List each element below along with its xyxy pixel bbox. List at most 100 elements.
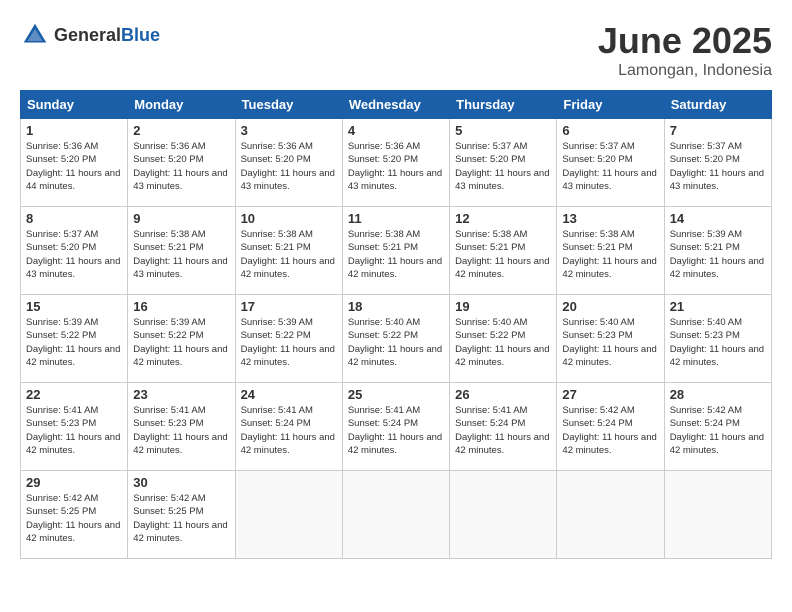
calendar-day-0 (235, 471, 342, 559)
calendar-day-0 (342, 471, 449, 559)
calendar-day-27: 27 Sunrise: 5:42 AMSunset: 5:24 PMDaylig… (557, 383, 664, 471)
header-saturday: Saturday (664, 91, 771, 119)
day-number: 27 (562, 387, 658, 402)
header-tuesday: Tuesday (235, 91, 342, 119)
day-number: 15 (26, 299, 122, 314)
title-area: June 2025 Lamongan, Indonesia (598, 20, 772, 80)
day-number: 9 (133, 211, 229, 226)
day-number: 3 (241, 123, 337, 138)
day-number: 1 (26, 123, 122, 138)
week-row: 29 Sunrise: 5:42 AMSunset: 5:25 PMDaylig… (21, 471, 772, 559)
location-title: Lamongan, Indonesia (598, 62, 772, 80)
day-info: Sunrise: 5:39 AMSunset: 5:21 PMDaylight:… (670, 228, 766, 281)
day-info: Sunrise: 5:37 AMSunset: 5:20 PMDaylight:… (562, 140, 658, 193)
calendar-day-15: 15 Sunrise: 5:39 AMSunset: 5:22 PMDaylig… (21, 295, 128, 383)
calendar-day-0 (664, 471, 771, 559)
calendar-day-20: 20 Sunrise: 5:40 AMSunset: 5:23 PMDaylig… (557, 295, 664, 383)
day-info: Sunrise: 5:37 AMSunset: 5:20 PMDaylight:… (26, 228, 122, 281)
day-info: Sunrise: 5:41 AMSunset: 5:23 PMDaylight:… (26, 404, 122, 457)
calendar-day-2: 2 Sunrise: 5:36 AMSunset: 5:20 PMDayligh… (128, 119, 235, 207)
day-number: 5 (455, 123, 551, 138)
day-number: 19 (455, 299, 551, 314)
day-number: 21 (670, 299, 766, 314)
day-info: Sunrise: 5:40 AMSunset: 5:23 PMDaylight:… (670, 316, 766, 369)
day-number: 2 (133, 123, 229, 138)
day-number: 24 (241, 387, 337, 402)
calendar-day-8: 8 Sunrise: 5:37 AMSunset: 5:20 PMDayligh… (21, 207, 128, 295)
calendar-day-7: 7 Sunrise: 5:37 AMSunset: 5:20 PMDayligh… (664, 119, 771, 207)
calendar-day-9: 9 Sunrise: 5:38 AMSunset: 5:21 PMDayligh… (128, 207, 235, 295)
week-row: 22 Sunrise: 5:41 AMSunset: 5:23 PMDaylig… (21, 383, 772, 471)
header-friday: Friday (557, 91, 664, 119)
calendar-day-17: 17 Sunrise: 5:39 AMSunset: 5:22 PMDaylig… (235, 295, 342, 383)
day-info: Sunrise: 5:36 AMSunset: 5:20 PMDaylight:… (133, 140, 229, 193)
calendar-day-10: 10 Sunrise: 5:38 AMSunset: 5:21 PMDaylig… (235, 207, 342, 295)
logo-icon (20, 20, 50, 50)
calendar-day-26: 26 Sunrise: 5:41 AMSunset: 5:24 PMDaylig… (450, 383, 557, 471)
calendar-day-4: 4 Sunrise: 5:36 AMSunset: 5:20 PMDayligh… (342, 119, 449, 207)
calendar-day-3: 3 Sunrise: 5:36 AMSunset: 5:20 PMDayligh… (235, 119, 342, 207)
day-info: Sunrise: 5:42 AMSunset: 5:25 PMDaylight:… (133, 492, 229, 545)
calendar-day-6: 6 Sunrise: 5:37 AMSunset: 5:20 PMDayligh… (557, 119, 664, 207)
header-sunday: Sunday (21, 91, 128, 119)
calendar-day-14: 14 Sunrise: 5:39 AMSunset: 5:21 PMDaylig… (664, 207, 771, 295)
month-title: June 2025 (598, 20, 772, 62)
day-number: 29 (26, 475, 122, 490)
day-info: Sunrise: 5:38 AMSunset: 5:21 PMDaylight:… (562, 228, 658, 281)
header-wednesday: Wednesday (342, 91, 449, 119)
day-info: Sunrise: 5:38 AMSunset: 5:21 PMDaylight:… (133, 228, 229, 281)
calendar-day-29: 29 Sunrise: 5:42 AMSunset: 5:25 PMDaylig… (21, 471, 128, 559)
day-number: 30 (133, 475, 229, 490)
day-number: 10 (241, 211, 337, 226)
calendar-day-30: 30 Sunrise: 5:42 AMSunset: 5:25 PMDaylig… (128, 471, 235, 559)
day-info: Sunrise: 5:37 AMSunset: 5:20 PMDaylight:… (455, 140, 551, 193)
day-info: Sunrise: 5:42 AMSunset: 5:25 PMDaylight:… (26, 492, 122, 545)
day-number: 18 (348, 299, 444, 314)
week-row: 15 Sunrise: 5:39 AMSunset: 5:22 PMDaylig… (21, 295, 772, 383)
day-info: Sunrise: 5:40 AMSunset: 5:22 PMDaylight:… (455, 316, 551, 369)
day-info: Sunrise: 5:41 AMSunset: 5:23 PMDaylight:… (133, 404, 229, 457)
header-monday: Monday (128, 91, 235, 119)
calendar-day-18: 18 Sunrise: 5:40 AMSunset: 5:22 PMDaylig… (342, 295, 449, 383)
day-number: 16 (133, 299, 229, 314)
week-row: 1 Sunrise: 5:36 AMSunset: 5:20 PMDayligh… (21, 119, 772, 207)
calendar-day-13: 13 Sunrise: 5:38 AMSunset: 5:21 PMDaylig… (557, 207, 664, 295)
day-number: 4 (348, 123, 444, 138)
day-info: Sunrise: 5:39 AMSunset: 5:22 PMDaylight:… (241, 316, 337, 369)
day-info: Sunrise: 5:41 AMSunset: 5:24 PMDaylight:… (455, 404, 551, 457)
header-thursday: Thursday (450, 91, 557, 119)
calendar-table: Sunday Monday Tuesday Wednesday Thursday… (20, 90, 772, 559)
calendar-day-0 (557, 471, 664, 559)
logo-general: General (54, 25, 121, 45)
day-number: 17 (241, 299, 337, 314)
day-info: Sunrise: 5:39 AMSunset: 5:22 PMDaylight:… (133, 316, 229, 369)
day-info: Sunrise: 5:42 AMSunset: 5:24 PMDaylight:… (670, 404, 766, 457)
day-number: 25 (348, 387, 444, 402)
day-number: 11 (348, 211, 444, 226)
day-number: 6 (562, 123, 658, 138)
calendar-day-21: 21 Sunrise: 5:40 AMSunset: 5:23 PMDaylig… (664, 295, 771, 383)
day-number: 12 (455, 211, 551, 226)
calendar-day-22: 22 Sunrise: 5:41 AMSunset: 5:23 PMDaylig… (21, 383, 128, 471)
calendar-day-28: 28 Sunrise: 5:42 AMSunset: 5:24 PMDaylig… (664, 383, 771, 471)
calendar-day-25: 25 Sunrise: 5:41 AMSunset: 5:24 PMDaylig… (342, 383, 449, 471)
day-number: 26 (455, 387, 551, 402)
calendar-day-16: 16 Sunrise: 5:39 AMSunset: 5:22 PMDaylig… (128, 295, 235, 383)
day-info: Sunrise: 5:42 AMSunset: 5:24 PMDaylight:… (562, 404, 658, 457)
calendar-day-12: 12 Sunrise: 5:38 AMSunset: 5:21 PMDaylig… (450, 207, 557, 295)
day-info: Sunrise: 5:39 AMSunset: 5:22 PMDaylight:… (26, 316, 122, 369)
calendar-day-23: 23 Sunrise: 5:41 AMSunset: 5:23 PMDaylig… (128, 383, 235, 471)
day-number: 7 (670, 123, 766, 138)
calendar-day-1: 1 Sunrise: 5:36 AMSunset: 5:20 PMDayligh… (21, 119, 128, 207)
calendar-day-11: 11 Sunrise: 5:38 AMSunset: 5:21 PMDaylig… (342, 207, 449, 295)
logo-blue: Blue (121, 25, 160, 45)
day-info: Sunrise: 5:38 AMSunset: 5:21 PMDaylight:… (348, 228, 444, 281)
day-info: Sunrise: 5:40 AMSunset: 5:23 PMDaylight:… (562, 316, 658, 369)
day-info: Sunrise: 5:38 AMSunset: 5:21 PMDaylight:… (241, 228, 337, 281)
day-info: Sunrise: 5:40 AMSunset: 5:22 PMDaylight:… (348, 316, 444, 369)
day-number: 8 (26, 211, 122, 226)
day-number: 14 (670, 211, 766, 226)
day-info: Sunrise: 5:41 AMSunset: 5:24 PMDaylight:… (348, 404, 444, 457)
weekday-header-row: Sunday Monday Tuesday Wednesday Thursday… (21, 91, 772, 119)
day-info: Sunrise: 5:37 AMSunset: 5:20 PMDaylight:… (670, 140, 766, 193)
